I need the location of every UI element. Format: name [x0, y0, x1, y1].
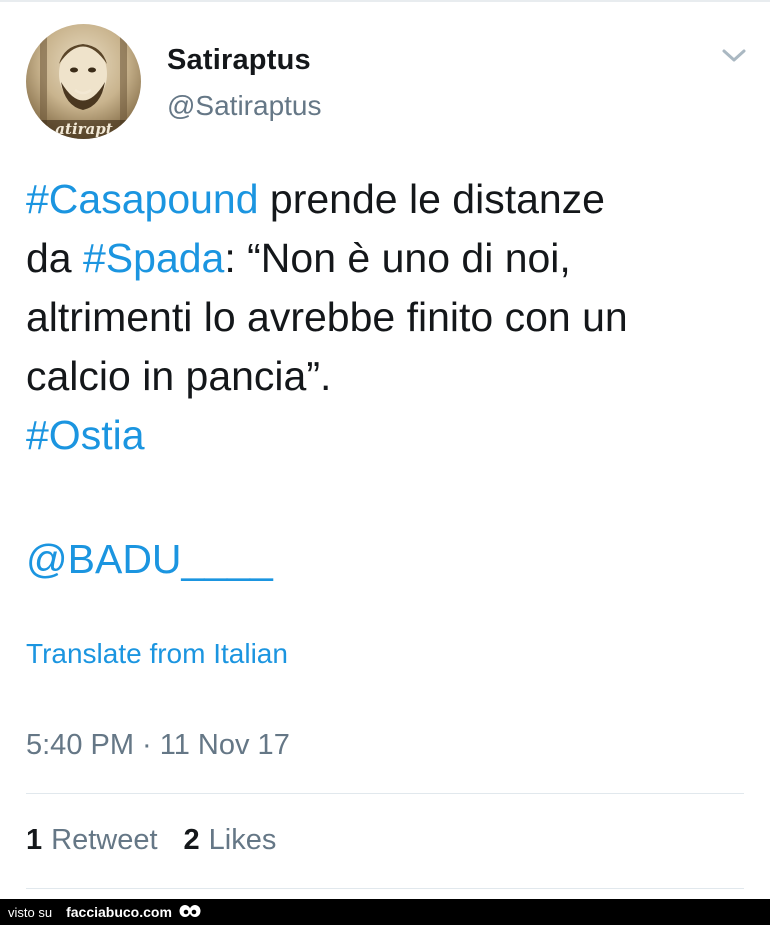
- tweet-text-segment: calcio in pancia”.: [26, 353, 332, 399]
- likes-stat[interactable]: 2 Likes: [184, 824, 277, 857]
- likes-count: 2: [183, 824, 200, 856]
- tweet-text-line: altrimenti lo avrebbe finito con un: [26, 288, 746, 347]
- tweet-stats: 1 Retweet 2 Likes: [26, 824, 302, 857]
- footer-visto-label: visto su: [8, 904, 53, 920]
- hashtag-link[interactable]: #Casapound: [26, 176, 259, 222]
- display-name[interactable]: Satiraptus: [167, 44, 311, 77]
- tweet-text-line: #Casapound prende le distanze: [26, 170, 746, 229]
- hashtag-link[interactable]: #Spada: [83, 235, 224, 281]
- translate-link[interactable]: Translate from Italian: [26, 638, 288, 670]
- tweet-text-line: calcio in pancia”.: [26, 347, 746, 406]
- tweet-text-segment: da: [26, 235, 83, 281]
- retweets-label: Retweet: [51, 824, 158, 856]
- tweet-text-segment: prende le distanze: [258, 176, 605, 222]
- avatar-portrait: atirapt: [26, 24, 141, 139]
- top-border: [0, 0, 770, 2]
- retweets-stat[interactable]: 1 Retweet: [26, 824, 158, 857]
- avatar[interactable]: atirapt: [26, 24, 141, 139]
- divider: [26, 888, 744, 889]
- tweet-text-segment: : “Non è uno di noi,: [224, 235, 571, 281]
- footer-brand: facciabuco.com: [66, 904, 172, 920]
- mention-link[interactable]: @BADU____: [26, 530, 273, 589]
- tweet-timestamp[interactable]: 5:40 PM · 11 Nov 17: [26, 729, 290, 762]
- eyes-icon: [178, 904, 202, 920]
- chevron-down-icon[interactable]: [720, 44, 748, 68]
- tweet-text-line: #Ostia: [26, 406, 746, 465]
- watermark-footer: visto su facciabuco.com: [0, 899, 770, 925]
- avatar-watermark: atirapt: [55, 120, 112, 138]
- user-handle[interactable]: @Satiraptus: [167, 90, 322, 122]
- divider: [26, 793, 744, 794]
- retweets-count: 1: [26, 824, 43, 856]
- likes-label: Likes: [208, 824, 277, 856]
- tweet-text-line: da #Spada: “Non è uno di noi,: [26, 229, 746, 288]
- hashtag-link[interactable]: #Ostia: [26, 412, 145, 458]
- tweet-text-segment: altrimenti lo avrebbe finito con un: [26, 294, 628, 340]
- tweet-text: #Casapound prende le distanze da #Spada: …: [26, 170, 746, 465]
